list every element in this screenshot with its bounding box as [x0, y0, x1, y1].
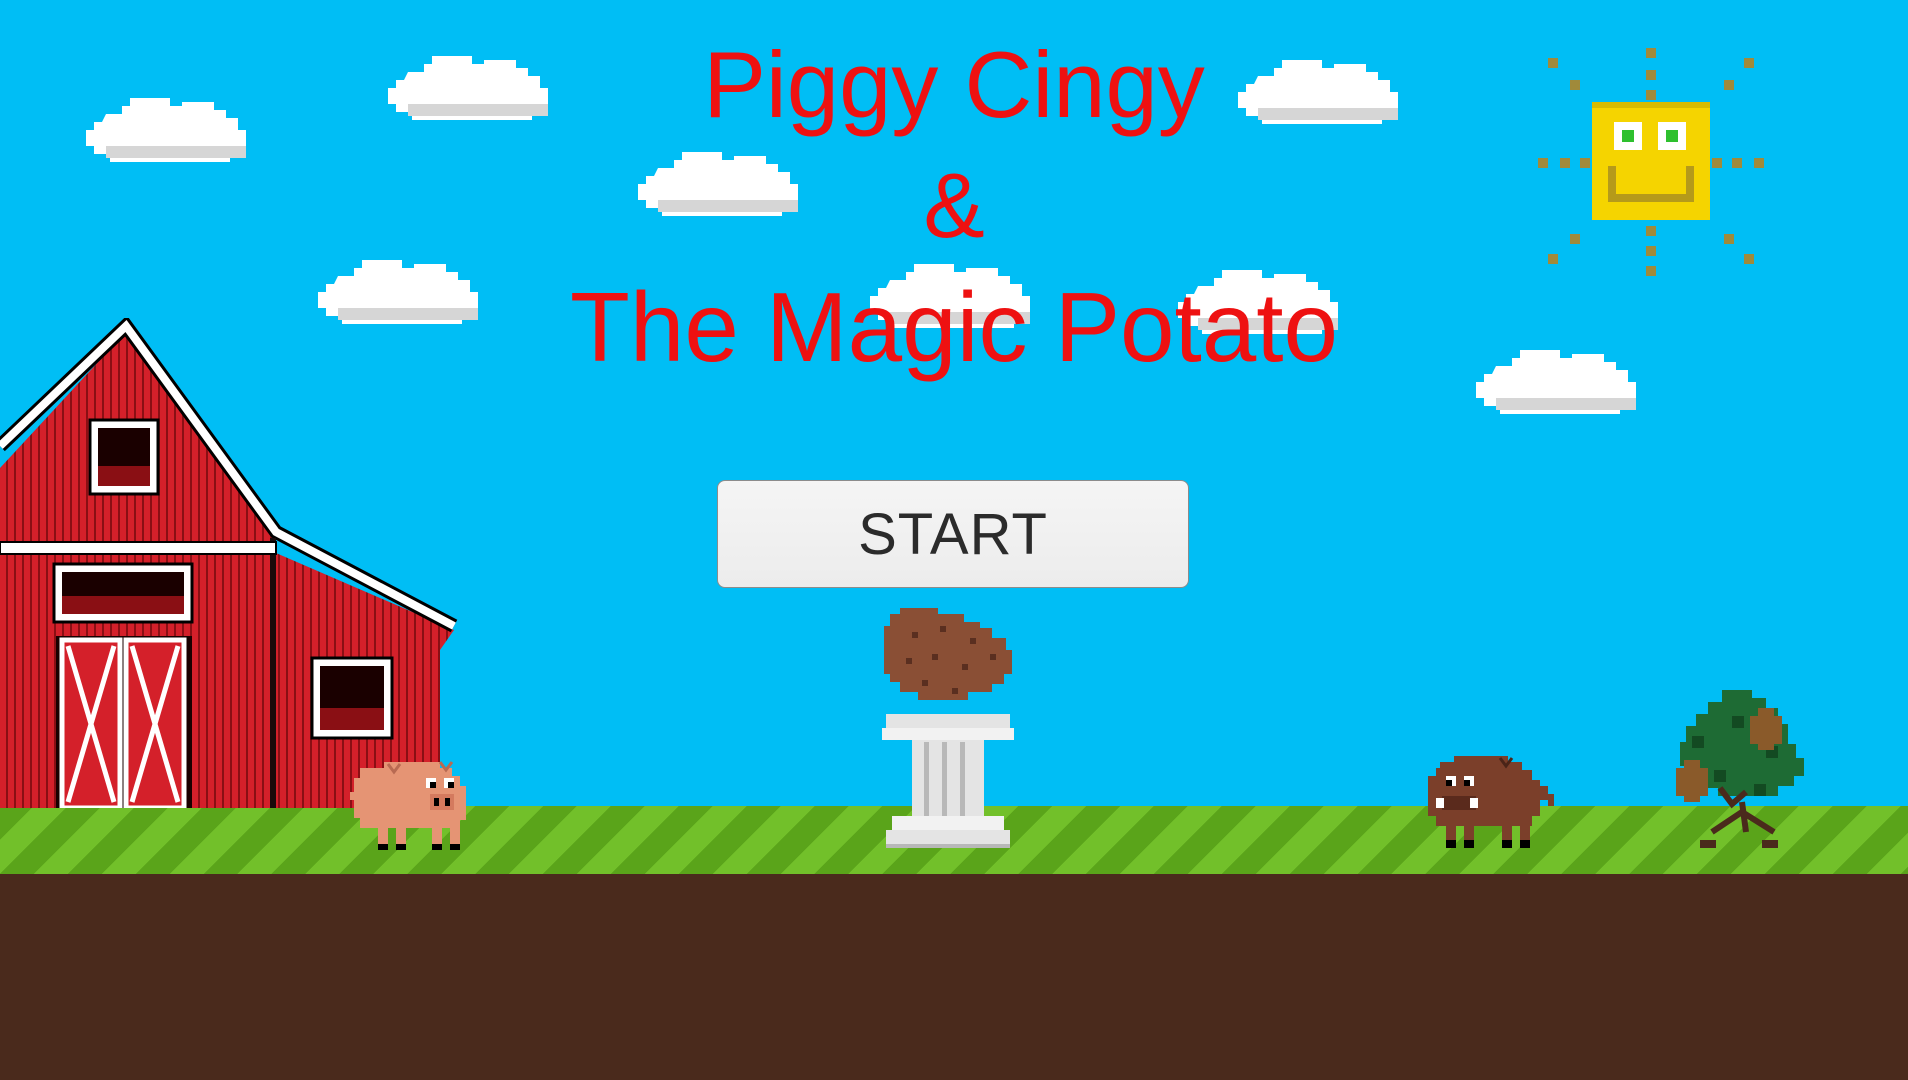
barn-icon	[0, 318, 458, 808]
boar-icon	[1428, 756, 1554, 848]
game-title-line-2: &	[923, 155, 985, 257]
potato-icon	[884, 608, 1012, 700]
potato-bush-icon	[1676, 690, 1804, 848]
game-title-line-3: The Magic Potato	[569, 272, 1339, 382]
start-button[interactable]: START	[717, 480, 1189, 588]
pedestal-icon	[882, 714, 1014, 848]
title-screen: Piggy Cingy & The Magic Potato START	[0, 0, 1908, 1080]
dirt-ground	[0, 874, 1908, 1080]
pig-icon	[350, 761, 466, 850]
game-title-line-1: Piggy Cingy	[703, 32, 1205, 137]
